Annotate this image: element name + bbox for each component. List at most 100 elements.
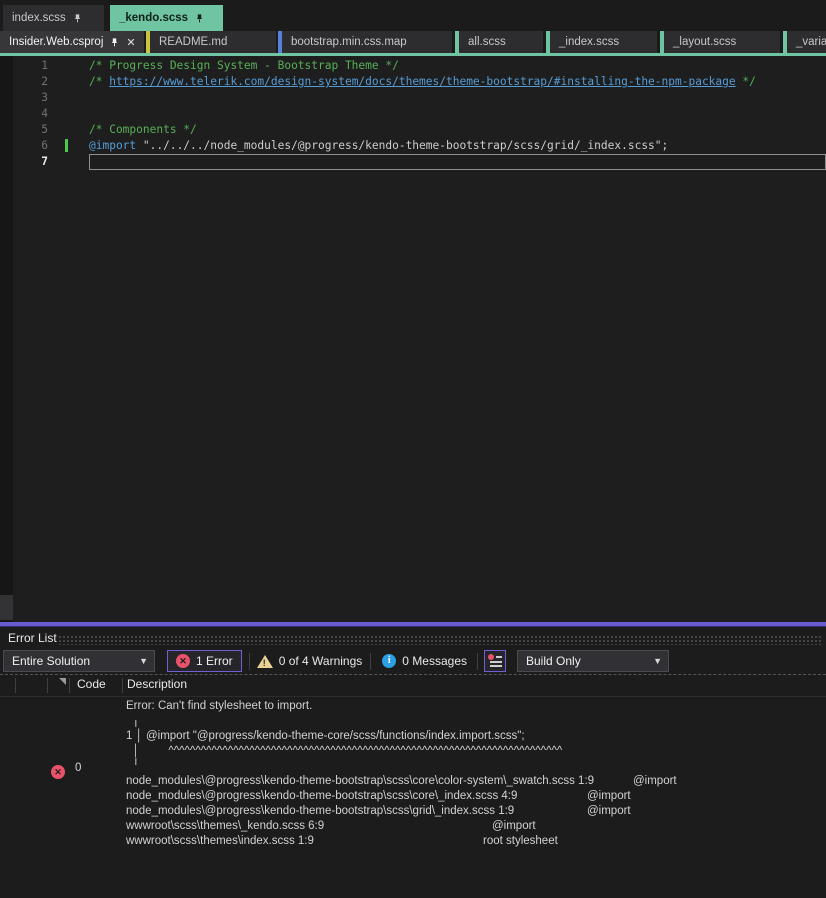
change-margin (48, 122, 89, 138)
panel-title: Error List (8, 631, 57, 645)
error-row[interactable]: ✕ 0 Error: Can't find stylesheet to impo… (0, 696, 826, 850)
change-margin (48, 58, 89, 74)
document-tab[interactable]: bootstrap.min.css.map (278, 31, 452, 53)
change-margin (48, 138, 89, 154)
errors-toggle-button[interactable]: ✕ 1 Error (167, 650, 242, 672)
editor-line[interactable]: 3 (0, 90, 826, 106)
messages-toggle-label: 0 Messages (402, 654, 467, 668)
document-tab[interactable]: Insider.Web.csproj ✕ (0, 31, 144, 53)
errors-toggle-label: 1 Error (196, 654, 233, 668)
chevron-down-icon: ▼ (653, 656, 662, 666)
document-tab-row: Insider.Web.csproj ✕ README.md bootstrap.mi… (0, 31, 826, 53)
document-tab[interactable]: _kendo.scss (110, 5, 223, 31)
pin-icon[interactable] (194, 12, 205, 25)
tab-label: bootstrap.min.css.map (291, 36, 407, 48)
editor-line[interactable]: 6 @import "../../../node_modules/@progres… (0, 138, 826, 154)
document-tab[interactable]: all.scss (455, 31, 543, 53)
document-tab[interactable]: _variab (783, 31, 826, 53)
line-number: 2 (41, 75, 48, 88)
filter-toggle-button[interactable] (484, 650, 506, 672)
editor-line[interactable]: 1 /* Progress Design System - Bootstrap T… (0, 58, 826, 74)
code-editor[interactable]: 1 /* Progress Design System - Bootstrap T… (0, 56, 826, 622)
line-number: 7 (41, 155, 48, 168)
scope-dropdown-value: Entire Solution (12, 654, 91, 668)
document-tab[interactable]: README.md (146, 31, 276, 53)
modified-line-indicator (65, 139, 68, 152)
code-token: /* (89, 75, 110, 88)
column-separator[interactable] (122, 678, 123, 693)
editor-line[interactable]: 2 /* https://www.telerik.com/design-syste… (0, 74, 826, 90)
error-message-line: Error: Can't find stylesheet to import. (126, 700, 313, 712)
error-code-cell: 0 (75, 762, 82, 774)
warnings-toggle-label: 0 of 4 Warnings (278, 654, 363, 668)
trace-ref: root stylesheet (483, 835, 558, 847)
code-text: /* Components */ (89, 122, 826, 138)
line-number: 1 (41, 59, 48, 72)
build-filter-dropdown[interactable]: Build Only ▼ (517, 650, 669, 672)
editor-line[interactable]: 4 (0, 106, 826, 122)
error-trace-line: node_modules\@progress\kendo-theme-boots… (126, 804, 631, 819)
editor-line[interactable]: 7 (0, 154, 826, 170)
chevron-down-icon: ▼ (139, 656, 148, 666)
change-margin (48, 154, 89, 170)
column-header-code[interactable]: Code (77, 677, 106, 691)
error-message-line: │ ^^^^^^^^^^^^^^^^^^^^^^^^^^^^^^^^^^^^^^… (126, 745, 563, 757)
code-text: /* Progress Design System - Bootstrap Th… (89, 58, 826, 74)
error-message-line: ╷ (126, 715, 140, 727)
messages-toggle-button[interactable]: i 0 Messages (382, 654, 467, 668)
tab-label: Insider.Web.csproj (9, 36, 104, 48)
error-trace-line: wwwroot\scss\themes\_kendo.scss 6:9 @impo… (126, 819, 594, 834)
scrollbar-corner (0, 595, 13, 620)
column-drag-icon (59, 678, 66, 685)
line-number: 5 (41, 123, 48, 136)
ide-window: index.scss _kendo.scss Insider.Web.csproj… (0, 0, 826, 898)
line-number: 3 (41, 91, 48, 104)
close-icon[interactable]: ✕ (124, 36, 142, 49)
error-description-cell: Error: Can't find stylesheet to import. … (126, 699, 677, 849)
column-header-description[interactable]: Description (127, 677, 187, 691)
change-margin (48, 74, 89, 90)
document-tab[interactable]: _index.scss (546, 31, 657, 53)
code-token: */ (735, 75, 756, 88)
document-tab[interactable]: _layout.scss (660, 31, 780, 53)
error-icon: ✕ (176, 654, 190, 668)
trace-ref: @import (587, 790, 631, 802)
scope-dropdown[interactable]: Entire Solution ▼ (3, 650, 155, 672)
code-text (89, 154, 826, 170)
trace-ref: @import (587, 805, 631, 817)
code-text: @import "../../../node_modules/@progress… (89, 138, 826, 154)
code-token: "../../../node_modules/@progress/kendo-t… (136, 139, 669, 152)
toolbar-separator (477, 652, 478, 670)
hyperlink[interactable]: https://www.telerik.com/design-system/do… (109, 75, 735, 88)
error-message-line: ╵ (126, 760, 140, 772)
intellisense-filter-icon (488, 654, 502, 668)
error-trace-line: node_modules\@progress\kendo-theme-boots… (126, 774, 677, 789)
pin-icon[interactable] (109, 36, 120, 49)
tab-label: _layout.scss (673, 36, 737, 48)
document-tab[interactable]: index.scss (3, 5, 104, 31)
tab-label: _kendo.scss (119, 12, 189, 24)
error-message-line: 1 │ @import "@progress/kendo-theme-core/… (126, 730, 525, 742)
warnings-toggle-button[interactable]: ! 0 of 4 Warnings (256, 654, 363, 668)
column-separator[interactable] (15, 678, 16, 693)
line-number: 6 (41, 139, 48, 152)
panel-drag-texture[interactable] (58, 635, 823, 645)
info-icon: i (382, 654, 397, 668)
trace-ref: @import (492, 820, 536, 832)
trace-path: node_modules\@progress\kendo-theme-boots… (126, 775, 595, 787)
change-margin (48, 90, 89, 106)
column-separator[interactable] (47, 678, 48, 693)
column-separator[interactable] (69, 678, 70, 693)
trace-path: wwwroot\scss\themes\index.scss 1:9 (126, 835, 314, 847)
tab-label: _variab (796, 36, 826, 48)
trace-path: node_modules\@progress\kendo-theme-boots… (126, 790, 518, 802)
toolbar-separator (248, 652, 250, 670)
pinned-tab-row: index.scss _kendo.scss (0, 5, 223, 31)
change-margin (48, 106, 89, 122)
code-text: /* https://www.telerik.com/design-system… (89, 74, 826, 90)
error-grid-header: Code Description (0, 675, 826, 697)
trace-ref: @import (633, 775, 677, 787)
editor-line[interactable]: 5 /* Components */ (0, 122, 826, 138)
pin-icon[interactable] (72, 12, 83, 25)
